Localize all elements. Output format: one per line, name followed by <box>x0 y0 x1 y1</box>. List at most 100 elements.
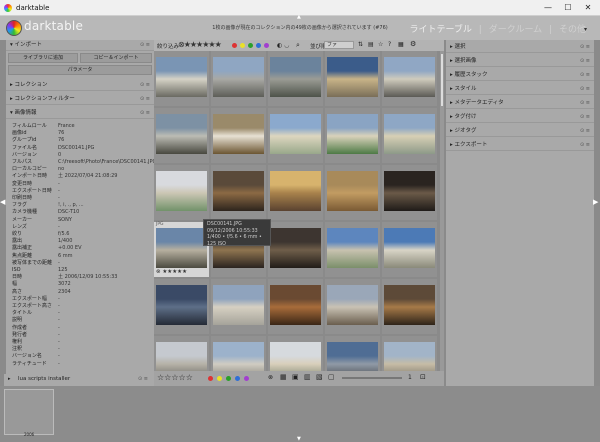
module-options-icon[interactable]: ⊙ ≡ <box>580 42 590 53</box>
close-button[interactable]: ✕ <box>580 2 596 14</box>
top-panel-toggle-icon[interactable]: ▲ <box>297 14 301 20</box>
right-module[interactable]: ▸ 選択画像 ⊙ ≡ <box>446 56 594 67</box>
color-filter-dot[interactable] <box>248 43 253 48</box>
filmstrip-thumbnail[interactable] <box>4 389 54 435</box>
thumbnail-image[interactable] <box>156 342 207 371</box>
thumbnail-image[interactable] <box>270 285 321 325</box>
thumbnail-cell[interactable] <box>211 165 266 220</box>
thumbnail-cell[interactable] <box>382 51 437 106</box>
zoomable-layout-icon[interactable]: ▣ <box>292 373 299 381</box>
thumbnail-image[interactable] <box>327 285 378 325</box>
reject-icon[interactable]: ⊗ <box>268 374 273 381</box>
right-module[interactable]: ▸ 履歴スタック ⊙ ≡ <box>446 70 594 81</box>
help-icon[interactable]: ? <box>388 41 391 48</box>
right-module[interactable]: ▸ エクスポート ⊙ ≡ <box>446 140 594 151</box>
star-overlay-icon[interactable]: ☆ <box>378 41 383 48</box>
thumbnail-cell[interactable] <box>382 108 437 163</box>
color-label-dot[interactable] <box>217 376 222 381</box>
thumbnail-image[interactable] <box>270 57 321 97</box>
module-options-icon[interactable]: ⊙ ≡ <box>140 80 150 91</box>
thumbnail-image[interactable] <box>270 228 321 268</box>
thumbnail-cell[interactable] <box>382 222 437 277</box>
thumbnail-cell[interactable] <box>154 165 209 220</box>
thumbnail-image[interactable] <box>384 171 435 211</box>
preferences-icon[interactable]: ▦ <box>398 41 404 48</box>
grid-scrollbar-thumb[interactable] <box>441 54 443 106</box>
rating-filter-stars[interactable]: ⊗★★★★★★ <box>178 40 222 49</box>
right-module[interactable]: ▸ ジオタグ ⊙ ≡ <box>446 126 594 137</box>
thumbnail-cell[interactable] <box>268 51 323 106</box>
thumbnail-rating-stars[interactable]: ⊗ ★★★★★ <box>156 269 187 275</box>
right-module[interactable]: ▸ 選択 ⊙ ≡ <box>446 42 594 53</box>
thumbnail-cell[interactable]: JPG ⊗ ★★★★★ <box>154 222 209 277</box>
module-options-icon[interactable]: ⊙ ≡ <box>580 98 590 109</box>
right-module[interactable]: ▸ タグ付け ⊙ ≡ <box>446 112 594 123</box>
module-options-icon[interactable]: ⊙ ≡ <box>580 70 590 81</box>
thumbnail-cell[interactable] <box>154 51 209 106</box>
thumbnail-image[interactable] <box>213 342 264 371</box>
sort-dropdown[interactable]: ファ <box>324 41 354 49</box>
thumbnail-image[interactable] <box>213 57 264 97</box>
thumbnail-cell[interactable] <box>382 336 437 371</box>
thumbnail-image[interactable] <box>327 114 378 154</box>
thumbnail-image[interactable] <box>156 228 207 268</box>
thumbnail-cell[interactable] <box>325 165 380 220</box>
culling-dynamic-icon[interactable]: ▧ <box>316 373 323 381</box>
search-icon[interactable]: ⌕ <box>296 41 300 50</box>
thumbnail-cell[interactable] <box>382 279 437 334</box>
grouping-icon[interactable]: ▤ <box>368 41 374 48</box>
color-label-dot[interactable] <box>208 376 213 381</box>
view-lighttable[interactable]: ライトテーブル <box>409 25 471 35</box>
thumbnail-image[interactable] <box>384 57 435 97</box>
thumbnail-image[interactable] <box>270 114 321 154</box>
thumbnail-image[interactable] <box>213 114 264 154</box>
thumbnail-image[interactable] <box>327 57 378 97</box>
module-options-icon[interactable]: ⊙ ≡ <box>580 84 590 95</box>
thumbnail-cell[interactable] <box>211 51 266 106</box>
thumbnail-cell[interactable] <box>325 108 380 163</box>
right-panel-toggle-icon[interactable]: ▶ <box>593 198 598 206</box>
thumbnail-cell[interactable] <box>268 165 323 220</box>
rating-stars[interactable]: ☆☆☆☆☆ <box>157 373 193 382</box>
thumbnail-image[interactable] <box>156 114 207 154</box>
thumbnail-cell[interactable] <box>154 108 209 163</box>
color-label-dot[interactable] <box>235 376 240 381</box>
thumbnail-cell[interactable] <box>325 222 380 277</box>
thumbnail-cell[interactable] <box>325 336 380 371</box>
module-lua-scripts[interactable]: ▸ lua scripts installer ⊙ ≡ <box>4 374 154 386</box>
color-filter-mode-icon[interactable]: ◐ ◡ <box>277 42 289 49</box>
thumbnail-cell[interactable] <box>268 279 323 334</box>
culling-layout-icon[interactable]: ▥ <box>304 373 311 381</box>
minimize-button[interactable]: — <box>540 2 556 14</box>
thumbnail-cell[interactable] <box>154 336 209 371</box>
view-darkroom[interactable]: ダークルーム <box>489 25 542 35</box>
right-module[interactable]: ▸ メタデータエディタ ⊙ ≡ <box>446 98 594 109</box>
thumbnail-image[interactable] <box>384 114 435 154</box>
module-collection-filters[interactable]: ▸ コレクションフィルター ⊙ ≡ <box>6 94 154 105</box>
thumbnail-image[interactable] <box>156 57 207 97</box>
fullscreen-icon[interactable]: ⊡ <box>420 373 426 381</box>
module-options-icon[interactable]: ⊙ ≡ <box>580 112 590 123</box>
maximize-button[interactable]: ☐ <box>560 2 576 14</box>
color-label-dot[interactable] <box>226 376 231 381</box>
left-panel-toggle-icon[interactable]: ◀ <box>0 198 5 206</box>
thumbnail-cell[interactable] <box>268 336 323 371</box>
thumbnail-image[interactable] <box>327 342 378 371</box>
module-options-icon[interactable]: ⊙ ≡ <box>580 126 590 137</box>
thumbnail-image[interactable] <box>384 285 435 325</box>
thumbnail-cell[interactable] <box>211 336 266 371</box>
view-other[interactable]: その他 <box>559 25 586 35</box>
thumbnail-image[interactable] <box>213 171 264 211</box>
thumbnail-cell[interactable] <box>325 51 380 106</box>
color-label-dot[interactable] <box>244 376 249 381</box>
import-params-button[interactable]: パラメータ <box>8 65 152 75</box>
thumbnail-image[interactable] <box>384 342 435 371</box>
thumbnail-image[interactable] <box>270 171 321 211</box>
module-options-icon[interactable]: ⊙ ≡ <box>140 108 150 119</box>
thumbnail-image[interactable] <box>156 285 207 325</box>
module-options-icon[interactable]: ⊙ ≡ <box>138 376 148 382</box>
module-options-icon[interactable]: ⊙ ≡ <box>580 56 590 67</box>
thumbnail-cell[interactable] <box>211 279 266 334</box>
thumbnail-image[interactable] <box>270 342 321 371</box>
thumbnail-cell[interactable] <box>382 165 437 220</box>
